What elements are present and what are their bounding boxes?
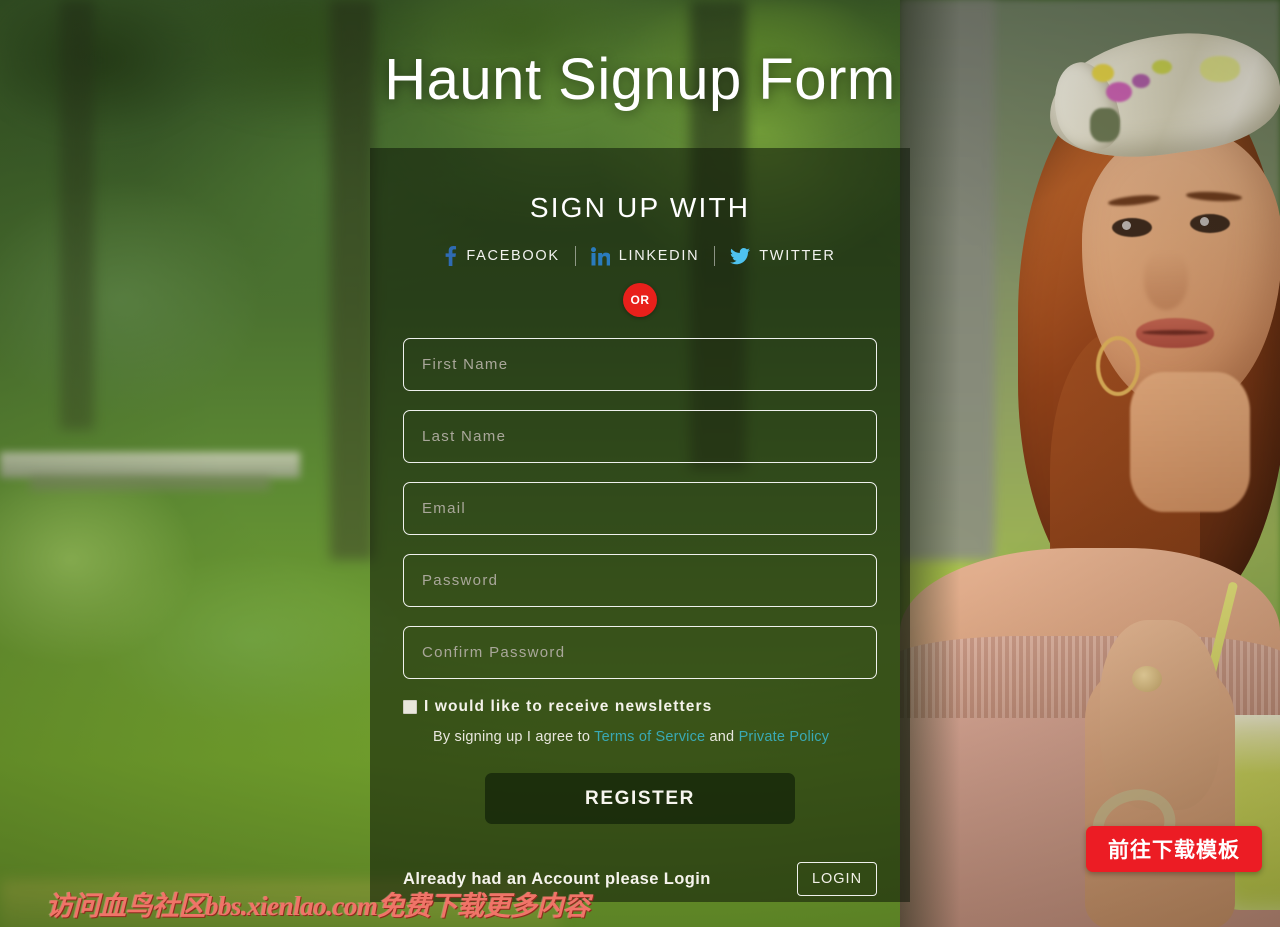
terms-prefix: By signing up I agree to <box>433 729 591 745</box>
signup-fields <box>403 338 877 679</box>
terms-row: By signing up I agree to Terms of Servic… <box>403 729 877 745</box>
social-login-row: FACEBOOK LINKEDIN TWITTER <box>403 246 877 266</box>
newsletter-checkbox[interactable] <box>403 700 417 714</box>
newsletter-row: I would like to receive newsletters <box>403 698 877 716</box>
terms-of-service-link[interactable]: Terms of Service <box>594 729 705 745</box>
or-badge: OR <box>623 283 657 317</box>
last-name-input[interactable] <box>403 410 877 463</box>
social-login-facebook[interactable]: FACEBOOK <box>429 246 574 266</box>
confirm-password-input[interactable] <box>403 626 877 679</box>
page-title: Haunt Signup Form <box>384 47 896 112</box>
social-login-facebook-label: FACEBOOK <box>466 247 560 264</box>
or-divider: OR <box>403 283 877 317</box>
park-bench-shadow <box>30 476 270 490</box>
private-policy-link[interactable]: Private Policy <box>739 729 830 745</box>
social-login-linkedin-label: LINKEDIN <box>618 247 700 264</box>
login-row: Already had an Account please Login LOGI… <box>403 862 877 896</box>
signup-page: Haunt Signup Form SIGN UP WITH FACEBOOK <box>0 0 1280 927</box>
download-template-button[interactable]: 前往下载模板 <box>1086 826 1262 872</box>
twitter-icon <box>730 247 751 265</box>
park-bench <box>0 452 300 478</box>
social-login-linkedin[interactable]: LINKEDIN <box>576 246 714 266</box>
login-prompt: Already had an Account please Login <box>403 869 711 888</box>
signup-form-panel: SIGN UP WITH FACEBOOK LINKEDIN TWITTER O… <box>370 148 910 902</box>
linkedin-icon <box>590 246 611 266</box>
password-input[interactable] <box>403 554 877 607</box>
terms-conjunction: and <box>709 729 735 745</box>
login-button[interactable]: LOGIN <box>797 862 877 896</box>
photo-edge-shade <box>900 0 1280 927</box>
signup-heading: SIGN UP WITH <box>529 192 751 223</box>
newsletter-label[interactable]: I would like to receive newsletters <box>424 698 712 716</box>
first-name-input[interactable] <box>403 338 877 391</box>
email-input[interactable] <box>403 482 877 535</box>
register-button[interactable]: REGISTER <box>485 773 795 824</box>
social-login-twitter[interactable]: TWITTER <box>715 247 850 265</box>
social-login-twitter-label: TWITTER <box>759 247 836 264</box>
woman-photo <box>900 0 1280 927</box>
facebook-icon <box>444 246 457 266</box>
